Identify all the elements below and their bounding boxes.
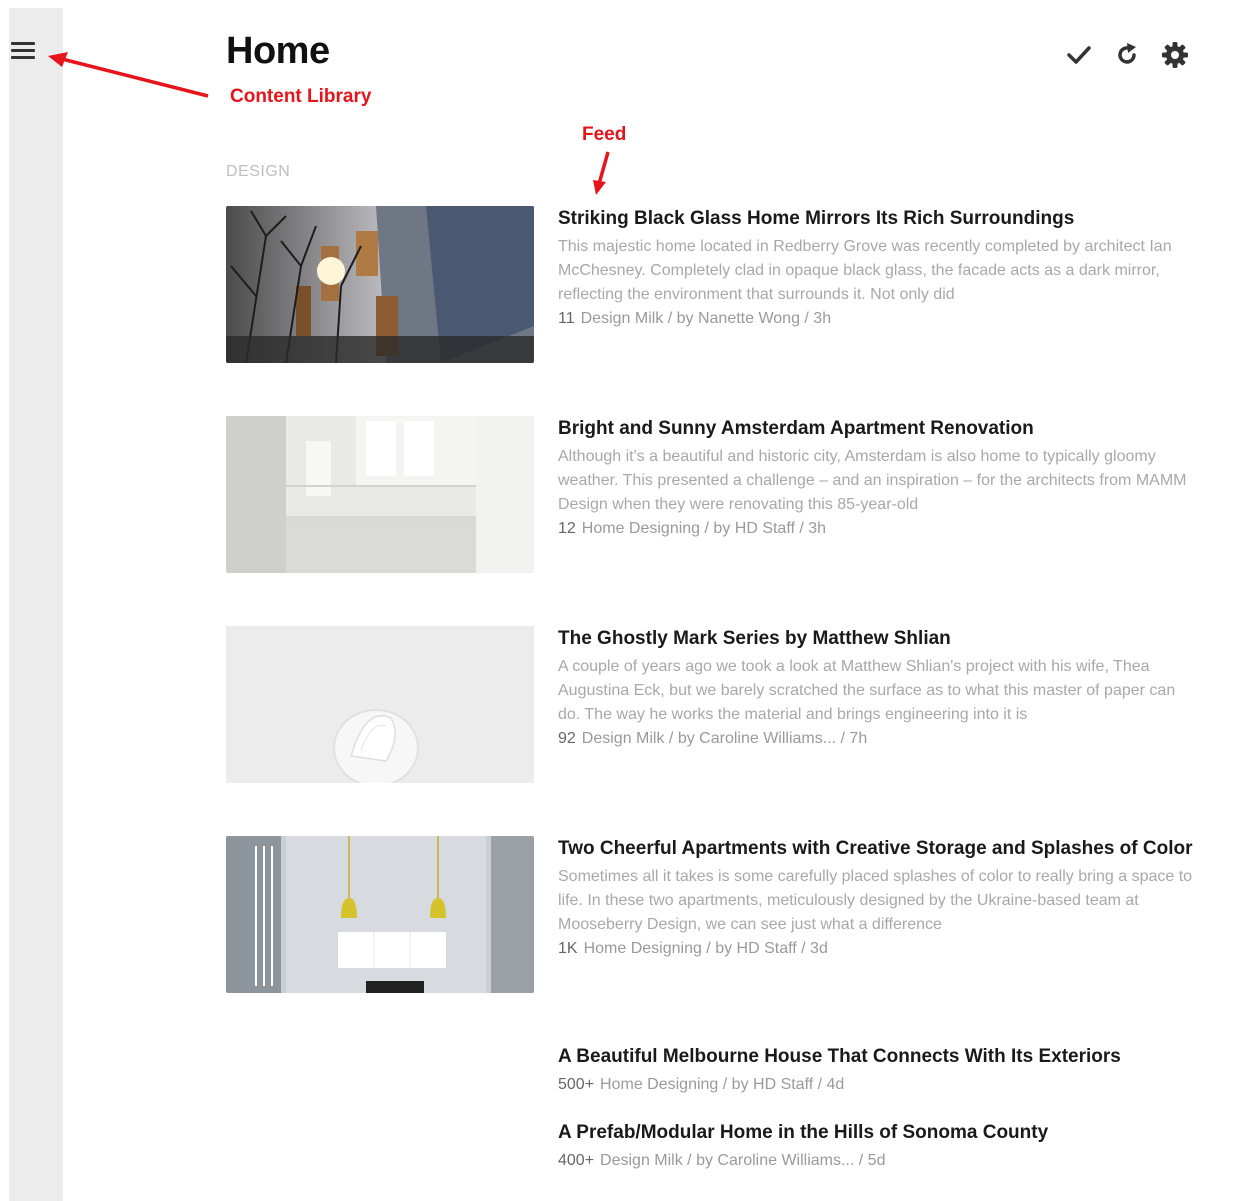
article-title[interactable]: Two Cheerful Apartments with Creative St… — [558, 836, 1198, 862]
refresh-icon[interactable] — [1112, 40, 1142, 70]
engagement-count: 12 — [558, 520, 576, 537]
article-source: Home Designing / by HD Staff / 3h — [581, 520, 827, 537]
sidebar — [9, 8, 63, 1201]
article-title[interactable]: A Beautiful Melbourne House That Connect… — [558, 1044, 1198, 1070]
article-snippet: Sometimes all it takes is some carefully… — [558, 868, 1193, 933]
article-meta: 92 Design Milk / by Caroline Williams... … — [558, 727, 1198, 751]
engagement-count: 500+ — [558, 1076, 595, 1093]
annotation-arrow-feed — [593, 151, 610, 195]
feed-article[interactable]: Two Cheerful Apartments with Creative St… — [226, 836, 1196, 996]
article-source: Home Designing / by HD Staff / 4d — [600, 1076, 845, 1093]
article-thumbnail[interactable] — [226, 626, 534, 783]
article-title[interactable]: The Ghostly Mark Series by Matthew Shlia… — [558, 626, 1198, 652]
article-meta: 400+ Design Milk / by Caroline Williams..… — [558, 1149, 1198, 1173]
article-snippet: This majestic home located in Redberry G… — [558, 238, 1172, 303]
gear-icon[interactable] — [1160, 40, 1190, 70]
feed-article-plain[interactable]: A Prefab/Modular Home in the Hills of So… — [558, 1120, 1198, 1173]
toolbar — [1064, 40, 1190, 70]
engagement-count: 11 — [558, 310, 575, 327]
page-title: Home — [226, 30, 330, 72]
article-source: Design Milk / by Nanette Wong / 3h — [580, 310, 832, 327]
article-title[interactable]: A Prefab/Modular Home in the Hills of So… — [558, 1120, 1198, 1146]
engagement-count: 1K — [558, 940, 578, 957]
annotation-arrow-content-library — [48, 52, 209, 98]
engagement-count: 400+ — [558, 1152, 595, 1169]
article-thumbnail[interactable] — [226, 836, 534, 993]
feed-article[interactable]: Striking Black Glass Home Mirrors Its Ri… — [226, 206, 1196, 366]
article-source: Home Designing / by HD Staff / 3d — [583, 940, 828, 957]
annotation-content-library: Content Library — [230, 86, 372, 107]
window-edge — [0, 0, 9, 1201]
engagement-count: 92 — [558, 730, 576, 747]
feed-article-plain[interactable]: A Beautiful Melbourne House That Connect… — [558, 1044, 1198, 1097]
feed-article[interactable]: The Ghostly Mark Series by Matthew Shlia… — [226, 626, 1196, 786]
article-source: Design Milk / by Caroline Williams... / … — [600, 1152, 886, 1169]
annotation-feed: Feed — [582, 124, 627, 145]
article-thumbnail[interactable] — [226, 206, 534, 363]
article-meta: 500+ Home Designing / by HD Staff / 4d — [558, 1073, 1198, 1097]
section-label: DESIGN — [226, 163, 291, 180]
article-snippet: Although it's a beautiful and historic c… — [558, 448, 1187, 513]
article-snippet: A couple of years ago we took a look at … — [558, 658, 1176, 723]
article-title[interactable]: Bright and Sunny Amsterdam Apartment Ren… — [558, 416, 1198, 442]
article-meta: 12 Home Designing / by HD Staff / 3h — [558, 517, 1198, 541]
article-meta: 11 Design Milk / by Nanette Wong / 3h — [558, 307, 1198, 331]
hamburger-menu-icon[interactable] — [9, 38, 39, 68]
article-meta: 1K Home Designing / by HD Staff / 3d — [558, 937, 1198, 961]
checkmark-icon[interactable] — [1064, 40, 1094, 70]
article-title[interactable]: Striking Black Glass Home Mirrors Its Ri… — [558, 206, 1198, 232]
article-source: Design Milk / by Caroline Williams... / … — [581, 730, 868, 747]
article-thumbnail[interactable] — [226, 416, 534, 573]
feed-article[interactable]: Bright and Sunny Amsterdam Apartment Ren… — [226, 416, 1196, 576]
